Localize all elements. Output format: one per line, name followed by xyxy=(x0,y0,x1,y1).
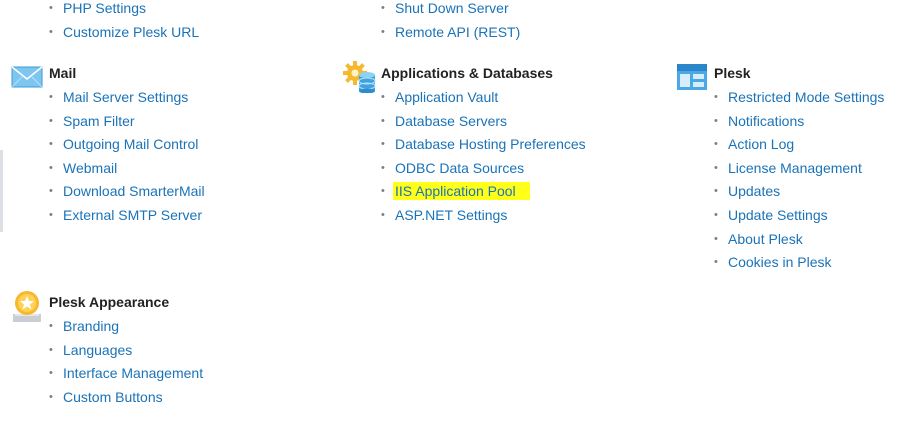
list-item: Notifications xyxy=(714,111,884,135)
link-application-vault[interactable]: Application Vault xyxy=(395,89,498,105)
link-database-hosting-preferences[interactable]: Database Hosting Preferences xyxy=(395,136,586,152)
envelope-icon xyxy=(11,66,43,91)
list-item: Languages xyxy=(49,340,203,364)
list-item: Branding xyxy=(49,316,203,340)
group-title-applications-databases: Applications & Databases xyxy=(381,65,553,81)
list-item: Restricted Mode Settings xyxy=(714,87,884,111)
list-item: Cookies in Plesk xyxy=(714,252,884,276)
list-item: Updates xyxy=(714,181,884,205)
link-license-management[interactable]: License Management xyxy=(728,160,862,176)
list-item: Update Settings xyxy=(714,205,884,229)
list-item: Customize Plesk URL xyxy=(49,22,199,46)
gear-database-icon xyxy=(343,61,377,96)
link-notifications[interactable]: Notifications xyxy=(728,113,804,129)
link-list: Shut Down Server Remote API (REST) xyxy=(381,0,520,45)
list-item: Webmail xyxy=(49,158,205,182)
link-list: PHP Settings Customize Plesk URL xyxy=(49,0,199,45)
link-branding[interactable]: Branding xyxy=(63,318,119,334)
link-shut-down-server[interactable]: Shut Down Server xyxy=(395,0,509,16)
link-interface-management[interactable]: Interface Management xyxy=(63,365,203,381)
link-mail-server-settings[interactable]: Mail Server Settings xyxy=(63,89,188,105)
list-item: Database Hosting Preferences xyxy=(381,134,586,158)
link-cookies-in-plesk[interactable]: Cookies in Plesk xyxy=(728,254,832,270)
link-custom-buttons[interactable]: Custom Buttons xyxy=(63,389,163,405)
list-item-highlighted: IIS Application Pool xyxy=(381,181,586,205)
link-spam-filter[interactable]: Spam Filter xyxy=(63,113,135,129)
list-item: License Management xyxy=(714,158,884,182)
list-item: Interface Management xyxy=(49,363,203,387)
link-updates[interactable]: Updates xyxy=(728,183,780,199)
list-item: Outgoing Mail Control xyxy=(49,134,205,158)
link-odbc-data-sources[interactable]: ODBC Data Sources xyxy=(395,160,524,176)
list-item: Spam Filter xyxy=(49,111,205,135)
group-title-plesk-appearance: Plesk Appearance xyxy=(49,294,170,310)
list-item: About Plesk xyxy=(714,229,884,253)
left-edge-scroll-indicator xyxy=(0,150,3,232)
link-languages[interactable]: Languages xyxy=(63,342,132,358)
list-item: Custom Buttons xyxy=(49,387,203,411)
link-restricted-mode-settings[interactable]: Restricted Mode Settings xyxy=(728,89,884,105)
link-customize-plesk-url[interactable]: Customize Plesk URL xyxy=(63,24,199,40)
link-list: Mail Server Settings Spam Filter Outgoin… xyxy=(49,87,205,229)
link-download-smartermail[interactable]: Download SmarterMail xyxy=(63,183,205,199)
list-item: Application Vault xyxy=(381,87,586,111)
link-external-smtp-server[interactable]: External SMTP Server xyxy=(63,207,202,223)
group-title-mail: Mail xyxy=(49,65,77,81)
list-item: Action Log xyxy=(714,134,884,158)
link-iis-application-pool[interactable]: IIS Application Pool xyxy=(393,182,530,201)
link-php-settings[interactable]: PHP Settings xyxy=(63,0,146,16)
link-list: Application Vault Database Servers Datab… xyxy=(381,87,586,229)
list-item: Download SmarterMail xyxy=(49,181,205,205)
link-update-settings[interactable]: Update Settings xyxy=(728,207,828,223)
link-about-plesk[interactable]: About Plesk xyxy=(728,231,803,247)
link-webmail[interactable]: Webmail xyxy=(63,160,117,176)
list-item: Mail Server Settings xyxy=(49,87,205,111)
link-remote-api[interactable]: Remote API (REST) xyxy=(395,24,520,40)
list-item: Remote API (REST) xyxy=(381,22,520,46)
link-database-servers[interactable]: Database Servers xyxy=(395,113,507,129)
list-item: Shut Down Server xyxy=(381,0,520,22)
plesk-window-icon xyxy=(676,63,708,94)
link-list: Restricted Mode Settings Notifications A… xyxy=(714,87,884,276)
list-item: PHP Settings xyxy=(49,0,199,22)
list-item: External SMTP Server xyxy=(49,205,205,229)
group-title-plesk: Plesk xyxy=(714,65,751,81)
list-item: ASP.NET Settings xyxy=(381,205,586,229)
list-item: Database Servers xyxy=(381,111,586,135)
link-outgoing-mail-control[interactable]: Outgoing Mail Control xyxy=(63,136,198,152)
link-aspnet-settings[interactable]: ASP.NET Settings xyxy=(395,207,507,223)
link-list: Branding Languages Interface Management … xyxy=(49,316,203,410)
list-item: ODBC Data Sources xyxy=(381,158,586,182)
link-action-log[interactable]: Action Log xyxy=(728,136,794,152)
appearance-badge-icon xyxy=(11,290,43,327)
